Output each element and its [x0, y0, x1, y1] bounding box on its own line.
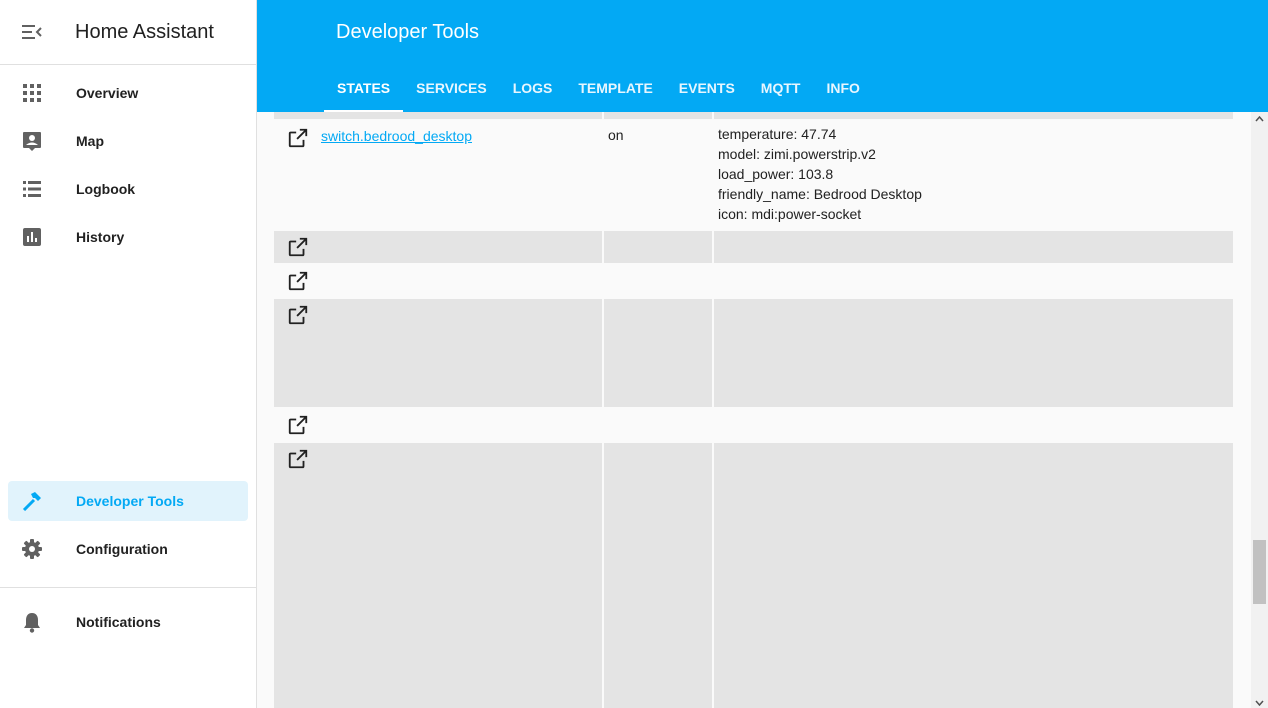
- menu-open-icon: [22, 25, 42, 39]
- tab-info[interactable]: INFO: [813, 64, 872, 112]
- tab-mqtt[interactable]: MQTT: [748, 64, 814, 112]
- sidebar-header: Home Assistant: [0, 0, 256, 65]
- sidebar-item-developer-tools[interactable]: Developer Tools: [8, 481, 248, 521]
- sidebar-item-label: Logbook: [76, 181, 136, 197]
- table-row: [274, 112, 1233, 119]
- grid-icon: [8, 84, 56, 102]
- app-title: Home Assistant: [75, 20, 214, 43]
- table-row: [274, 407, 1233, 443]
- hammer-icon: [8, 491, 56, 511]
- sidebar-item-notifications[interactable]: Notifications: [8, 602, 248, 642]
- tab-bar: STATES SERVICES LOGS TEMPLATE EVENTS MQT…: [324, 64, 873, 112]
- gear-icon: [8, 539, 56, 559]
- entity-id-link[interactable]: switch.bedrood_desktop: [321, 128, 472, 144]
- map-account-icon: [8, 131, 56, 151]
- table-row: [274, 299, 1233, 407]
- sidebar: Home Assistant Overview Map Logbook Hist…: [0, 0, 257, 708]
- sidebar-item-label: History: [76, 229, 125, 245]
- sidebar-item-history[interactable]: History: [8, 217, 248, 257]
- open-in-new-icon[interactable]: [287, 236, 309, 258]
- table-row: [274, 443, 1233, 708]
- open-in-new-icon[interactable]: [287, 127, 309, 149]
- page-title: Developer Tools: [336, 21, 480, 43]
- sidebar-item-label: Map: [76, 133, 104, 149]
- bell-icon: [8, 612, 56, 633]
- vertical-scrollbar[interactable]: [1251, 112, 1268, 708]
- attribute-line: friendly_name: Bedrood Desktop: [718, 186, 922, 202]
- attribute-line: temperature: 47.74: [718, 126, 837, 142]
- open-in-new-icon[interactable]: [287, 304, 309, 326]
- sidebar-item-label: Overview: [76, 85, 139, 101]
- sidebar-item-configuration[interactable]: Configuration: [8, 529, 248, 569]
- table-row: [274, 231, 1233, 263]
- tab-logs[interactable]: LOGS: [500, 64, 566, 112]
- tab-services[interactable]: SERVICES: [403, 64, 500, 112]
- sidebar-item-map[interactable]: Map: [8, 121, 248, 161]
- table-row: [274, 263, 1233, 299]
- entity-state: on: [608, 127, 624, 143]
- open-in-new-icon[interactable]: [287, 414, 309, 436]
- attribute-line: load_power: 103.8: [718, 166, 834, 182]
- scroll-down-arrow-icon[interactable]: [1255, 700, 1264, 706]
- entity-attributes: temperature: 47.74 model: zimi.powerstri…: [718, 124, 922, 224]
- attribute-line: model: zimi.powerstrip.v2: [718, 146, 876, 162]
- scrollbar-thumb[interactable]: [1253, 540, 1266, 604]
- sidebar-item-label: Developer Tools: [76, 493, 184, 509]
- sidebar-item-label: Configuration: [76, 541, 168, 557]
- tab-states[interactable]: STATES: [324, 64, 404, 112]
- tab-template[interactable]: TEMPLATE: [565, 64, 665, 112]
- scroll-up-arrow-icon[interactable]: [1255, 116, 1264, 122]
- open-in-new-icon[interactable]: [287, 448, 309, 470]
- attribute-line: icon: mdi:power-socket: [718, 206, 862, 222]
- open-in-new-icon[interactable]: [287, 270, 309, 292]
- chart-box-icon: [8, 228, 56, 246]
- sidebar-item-overview[interactable]: Overview: [8, 73, 248, 113]
- sidebar-item-label: Notifications: [76, 614, 161, 630]
- sidebar-item-logbook[interactable]: Logbook: [8, 169, 248, 209]
- menu-toggle-button[interactable]: [0, 0, 64, 64]
- table-row: switch.bedrood_desktop on temperature: 4…: [274, 119, 1233, 231]
- states-table: switch.bedrood_desktop on temperature: 4…: [257, 112, 1268, 708]
- app-header: Developer Tools STATES SERVICES LOGS TEM…: [257, 0, 1268, 112]
- list-icon: [8, 181, 56, 197]
- tab-events[interactable]: EVENTS: [666, 64, 748, 112]
- sidebar-divider: [0, 587, 256, 588]
